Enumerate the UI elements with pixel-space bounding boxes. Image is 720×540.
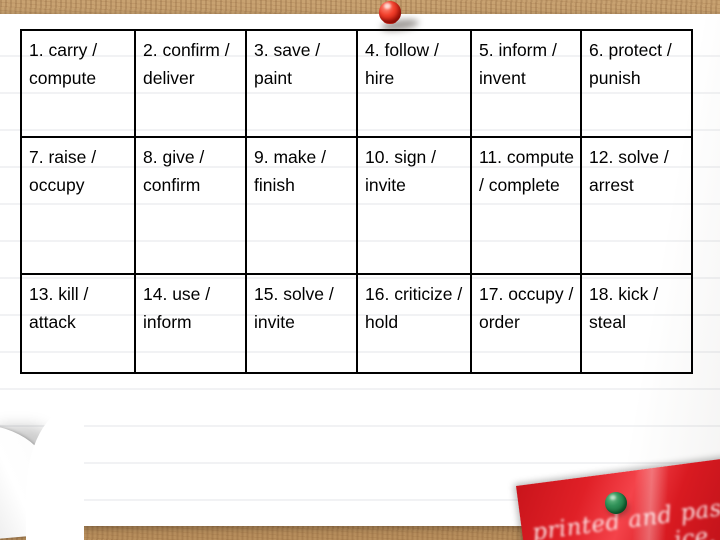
green-pushpin-icon bbox=[604, 492, 630, 518]
table-cell-1[interactable]: 1. carry / compute bbox=[20, 29, 136, 138]
slide-canvas: 1. carry / compute 2. confirm / deliver … bbox=[0, 0, 720, 540]
table-cell-11[interactable]: 11. compute / complete bbox=[470, 136, 582, 275]
table-cell-4[interactable]: 4. follow / hire bbox=[356, 29, 472, 138]
table-cell-9[interactable]: 9. make / finish bbox=[245, 136, 358, 275]
table-cell-14[interactable]: 14. use / inform bbox=[134, 273, 247, 374]
table-cell-13[interactable]: 13. kill / attack bbox=[20, 273, 136, 374]
table-cell-6[interactable]: 6. protect / punish bbox=[580, 29, 693, 138]
page-curl-corner bbox=[0, 408, 84, 540]
green-pushpin-head bbox=[605, 492, 627, 514]
verb-pairs-table: 1. carry / compute 2. confirm / deliver … bbox=[20, 29, 693, 374]
table-cell-15[interactable]: 15. solve / invite bbox=[245, 273, 358, 374]
green-pushpin-highlight bbox=[610, 495, 616, 500]
table-cell-8[interactable]: 8. give / confirm bbox=[134, 136, 247, 275]
table-cell-5[interactable]: 5. inform / invent bbox=[470, 29, 582, 138]
table-row: 13. kill / attack 14. use / inform 15. s… bbox=[20, 273, 693, 374]
table-row: 7. raise / occupy 8. give / confirm 9. m… bbox=[20, 136, 693, 275]
red-pushpin-icon bbox=[371, 0, 420, 44]
table-cell-10[interactable]: 10. sign / invite bbox=[356, 136, 472, 275]
table-cell-7[interactable]: 7. raise / occupy bbox=[20, 136, 136, 275]
table-row: 1. carry / compute 2. confirm / deliver … bbox=[20, 29, 693, 138]
table-cell-2[interactable]: 2. confirm / deliver bbox=[134, 29, 247, 138]
pushpin-highlight bbox=[384, 3, 391, 9]
table-cell-18[interactable]: 18. kick / steal bbox=[580, 273, 693, 374]
table-cell-12[interactable]: 12. solve / arrest bbox=[580, 136, 693, 275]
table-cell-17[interactable]: 17. occupy / order bbox=[470, 273, 582, 374]
table-cell-16[interactable]: 16. criticize / hold bbox=[356, 273, 472, 374]
table-cell-3[interactable]: 3. save / paint bbox=[245, 29, 358, 138]
